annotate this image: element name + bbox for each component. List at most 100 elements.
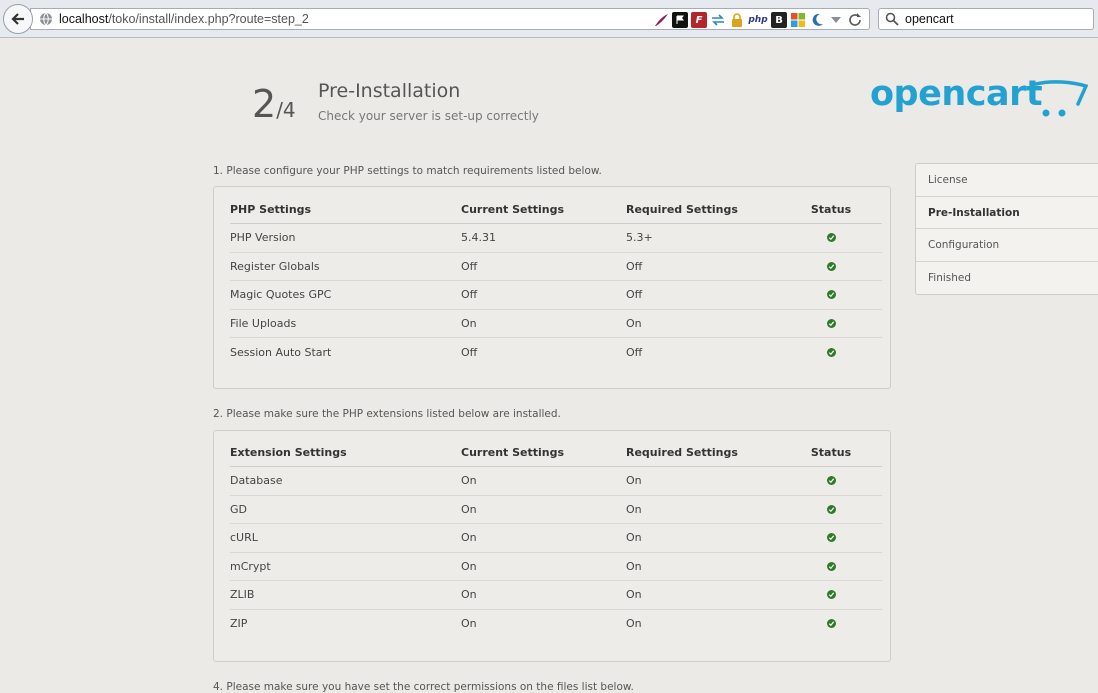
status-cell: [796, 347, 866, 357]
table-row: GD On On: [230, 496, 882, 524]
status-cell: [796, 619, 866, 629]
column-header: Current Settings: [461, 203, 565, 216]
search-input[interactable]: opencart: [905, 12, 954, 26]
search-icon: [885, 12, 899, 26]
check-icon: [826, 590, 836, 600]
table-row: mCrypt On On: [230, 553, 882, 581]
step-indicator: 2/4: [252, 82, 296, 126]
search-bar[interactable]: opencart: [878, 8, 1094, 30]
step-current: 2: [252, 82, 277, 126]
flag-icon[interactable]: [672, 12, 688, 28]
status-cell: [796, 290, 866, 300]
lock-icon[interactable]: [729, 12, 745, 28]
table-cell: On: [626, 617, 642, 631]
step-total: /4: [276, 98, 296, 122]
php-settings-table: PHP Settings Current Settings Required S…: [230, 196, 882, 367]
table-header-row: Extension Settings Current Settings Requ…: [230, 439, 882, 467]
status-cell: [796, 261, 866, 271]
addon-icons: F php B: [653, 11, 863, 29]
check-icon: [826, 504, 836, 514]
section-1-label: 1. Please configure your PHP settings to…: [213, 165, 602, 177]
table-cell: On: [461, 531, 477, 545]
table-cell: On: [626, 531, 642, 545]
check-icon: [826, 290, 836, 300]
status-cell: [796, 504, 866, 514]
table-cell: On: [461, 588, 477, 602]
url-host: localhost: [59, 12, 109, 26]
b-icon[interactable]: B: [771, 12, 787, 28]
opencart-logo[interactable]: opencart: [870, 74, 1088, 122]
table-row: cURL On On: [230, 524, 882, 553]
table-cell: cURL: [230, 531, 258, 545]
table-cell: On: [461, 502, 477, 516]
check-icon: [826, 318, 836, 328]
column-header: Extension Settings: [230, 446, 347, 459]
table-cell: On: [626, 588, 642, 602]
feather-icon[interactable]: [653, 12, 669, 28]
table-row: ZLIB On On: [230, 581, 882, 610]
check-icon: [826, 347, 836, 357]
table-cell: Magic Quotes GPC: [230, 288, 332, 302]
table-row: Database On On: [230, 467, 882, 496]
status-cell: [796, 233, 866, 243]
url-text: localhost/toko/install/index.php?route=s…: [59, 12, 309, 26]
table-cell: PHP Version: [230, 231, 296, 245]
table-cell: On: [626, 559, 642, 573]
table-cell: Off: [626, 345, 643, 359]
table-cell: GD: [230, 502, 247, 516]
table-row: Magic Quotes GPC Off Off: [230, 281, 882, 310]
f-addon-icon[interactable]: F: [691, 12, 707, 28]
table-cell: 5.3+: [626, 231, 653, 245]
extension-settings-panel: Extension Settings Current Settings Requ…: [213, 430, 891, 662]
nav-item-pre-installation[interactable]: Pre-Installation: [916, 197, 1098, 229]
column-header: Status: [810, 203, 852, 216]
address-bar[interactable]: localhost/toko/install/index.php?route=s…: [30, 8, 870, 30]
table-cell: Database: [230, 474, 283, 488]
column-header: PHP Settings: [230, 203, 312, 216]
table-row: File Uploads On On: [230, 310, 882, 338]
moon-icon[interactable]: [809, 12, 825, 28]
php-settings-panel: PHP Settings Current Settings Required S…: [213, 186, 891, 389]
table-row: Register Globals Off Off: [230, 253, 882, 281]
column-header: Required Settings: [626, 446, 738, 459]
table-cell: On: [461, 474, 477, 488]
status-cell: [796, 561, 866, 571]
browser-toolbar: localhost/toko/install/index.php?route=s…: [0, 0, 1098, 38]
php-icon[interactable]: php: [748, 12, 768, 28]
dropdown-icon[interactable]: [828, 12, 844, 28]
logo-text: opencart: [870, 74, 1043, 114]
check-icon: [826, 233, 836, 243]
column-header: Current Settings: [461, 446, 565, 459]
install-steps-nav: License Pre-Installation Configuration F…: [915, 163, 1098, 295]
check-icon: [826, 476, 836, 486]
table-cell: 5.4.31: [461, 231, 496, 245]
table-row: PHP Version 5.4.31 5.3+: [230, 224, 882, 253]
nav-item-finished[interactable]: Finished: [916, 262, 1098, 295]
nav-item-configuration[interactable]: Configuration: [916, 229, 1098, 262]
section-2-label: 2. Please make sure the PHP extensions l…: [213, 408, 561, 420]
check-icon: [826, 561, 836, 571]
cart-icon: [1034, 80, 1088, 117]
back-button[interactable]: [3, 4, 33, 34]
nav-item-license[interactable]: License: [916, 164, 1098, 197]
table-cell: On: [461, 559, 477, 573]
table-cell: ZIP: [230, 617, 248, 631]
reload-icon[interactable]: [847, 12, 863, 28]
table-cell: Off: [461, 345, 478, 359]
table-cell: mCrypt: [230, 559, 271, 573]
table-cell: Off: [461, 259, 478, 273]
url-path: /toko/install/index.php?route=step_2: [108, 12, 309, 26]
windows-icon[interactable]: [790, 12, 806, 28]
table-cell: On: [626, 474, 642, 488]
check-icon: [826, 261, 836, 271]
status-cell: [796, 318, 866, 328]
transfer-icon[interactable]: [710, 12, 726, 28]
table-cell: Off: [626, 259, 643, 273]
table-cell: Register Globals: [230, 259, 320, 273]
table-cell: File Uploads: [230, 316, 297, 330]
table-cell: On: [461, 316, 477, 330]
column-header: Required Settings: [626, 203, 738, 216]
back-arrow-icon: [11, 13, 24, 25]
table-header-row: PHP Settings Current Settings Required S…: [230, 196, 882, 224]
check-icon: [826, 619, 836, 629]
